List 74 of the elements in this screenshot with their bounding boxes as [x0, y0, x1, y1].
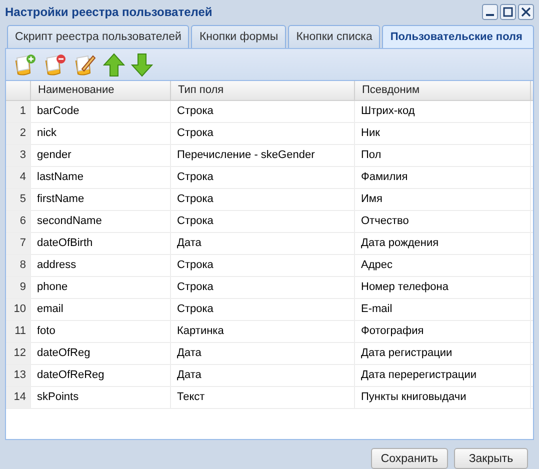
- table-cell: Штрих-код: [355, 101, 531, 122]
- table-cell: Адрес: [355, 255, 531, 276]
- row-number: 8: [6, 255, 31, 276]
- table-cell: Строка: [171, 101, 355, 122]
- up-arrow-icon[interactable]: [103, 52, 125, 76]
- column-header[interactable]: Псевдоним: [355, 81, 531, 100]
- row-number: 6: [6, 211, 31, 232]
- table-cell: Фотография: [355, 321, 531, 342]
- table-cell: secondName: [31, 211, 171, 232]
- table-cell: address: [31, 255, 171, 276]
- table-cell: firstName: [31, 189, 171, 210]
- edit-document-icon[interactable]: [73, 52, 97, 76]
- row-number: 7: [6, 233, 31, 254]
- table-cell: email: [31, 299, 171, 320]
- row-number: 12: [6, 343, 31, 364]
- table-cell: Пол: [355, 145, 531, 166]
- close-icon[interactable]: [518, 4, 534, 20]
- table-cell: gender: [31, 145, 171, 166]
- row-number: 3: [6, 145, 31, 166]
- down-arrow-icon[interactable]: [131, 52, 153, 76]
- close-button[interactable]: Закрыть: [454, 448, 528, 469]
- row-number: 14: [6, 387, 31, 408]
- row-number: 1: [6, 101, 31, 122]
- tab[interactable]: Кнопки списка: [288, 25, 380, 48]
- row-number: 2: [6, 123, 31, 144]
- tab[interactable]: Пользовательские поля: [382, 25, 534, 48]
- table-cell: Ник: [355, 123, 531, 144]
- table-cell: Пункты книговыдачи: [355, 387, 531, 408]
- table-cell: nick: [31, 123, 171, 144]
- table-cell: barCode: [31, 101, 171, 122]
- table-cell: Строка: [171, 167, 355, 188]
- table-cell: Номер телефона: [355, 277, 531, 298]
- table-cell: Дата: [171, 365, 355, 386]
- table-cell: Дата регистрации: [355, 343, 531, 364]
- row-number: 11: [6, 321, 31, 342]
- maximize-icon[interactable]: [500, 4, 516, 20]
- table-cell: dateOfReReg: [31, 365, 171, 386]
- table-cell: Имя: [355, 189, 531, 210]
- save-button[interactable]: Сохранить: [370, 448, 448, 469]
- table-cell: Строка: [171, 299, 355, 320]
- table-cell: lastName: [31, 167, 171, 188]
- row-number: 5: [6, 189, 31, 210]
- table-cell: phone: [31, 277, 171, 298]
- table-cell: Дата: [171, 343, 355, 364]
- table-cell: Строка: [171, 189, 355, 210]
- window-title: Настройки реестра пользователей: [5, 4, 212, 18]
- tab[interactable]: Скрипт реестра пользователей: [7, 25, 190, 48]
- table-cell: Текст: [171, 387, 355, 408]
- table-cell: Дата: [171, 233, 355, 254]
- row-number: 13: [6, 365, 31, 386]
- table-cell: dateOfReg: [31, 343, 171, 364]
- minimize-icon[interactable]: [482, 4, 498, 20]
- table-cell: Строка: [171, 123, 355, 144]
- table-cell: foto: [31, 321, 171, 342]
- add-document-icon[interactable]: [13, 52, 37, 76]
- table-cell: Фамилия: [355, 167, 531, 188]
- table-cell: Картинка: [171, 321, 355, 342]
- table-cell: Отчество: [355, 211, 531, 232]
- table-cell: Перечисление - skeGender: [171, 145, 355, 166]
- row-number: 4: [6, 167, 31, 188]
- table-cell: dateOfBirth: [31, 233, 171, 254]
- table-cell: skPoints: [31, 387, 171, 408]
- table-cell: Строка: [171, 277, 355, 298]
- table-cell: Строка: [171, 211, 355, 232]
- table-cell: Дата перерегистрации: [355, 365, 531, 386]
- tab[interactable]: Кнопки формы: [191, 25, 286, 48]
- column-header[interactable]: Тип поля: [171, 81, 355, 100]
- remove-document-icon[interactable]: [43, 52, 67, 76]
- table-cell: E-mail: [355, 299, 531, 320]
- row-number: 9: [6, 277, 31, 298]
- table-cell: Дата рождения: [355, 233, 531, 254]
- column-header[interactable]: Наименование: [31, 81, 171, 100]
- table-cell: Строка: [171, 255, 355, 276]
- row-number: 10: [6, 299, 31, 320]
